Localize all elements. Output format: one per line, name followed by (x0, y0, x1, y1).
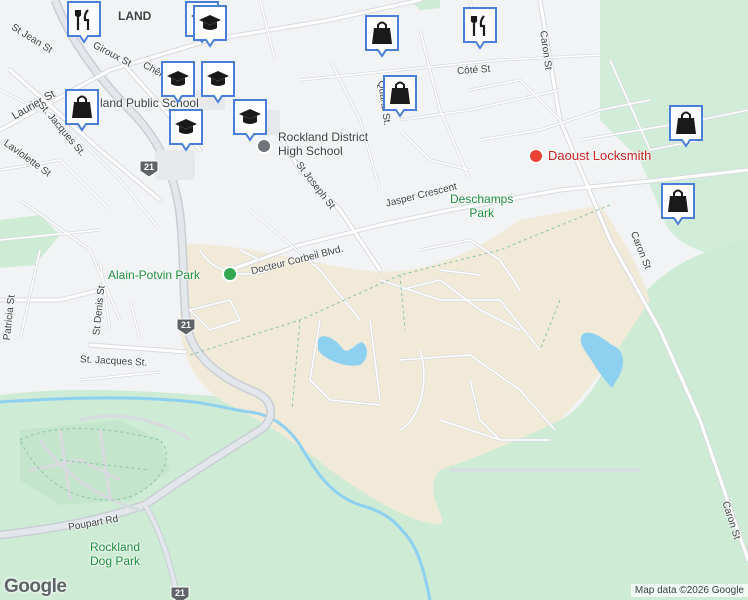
street-label-cote: Côté St (456, 63, 491, 78)
city-label: LAND (118, 9, 152, 23)
school-marker-2[interactable] (192, 4, 228, 48)
school-marker-6[interactable] (168, 108, 204, 152)
park-tree-icon[interactable] (222, 266, 238, 282)
google-logo: Google (4, 576, 67, 597)
shopping-marker-3[interactable] (64, 88, 100, 132)
alain-potvin-park-label[interactable]: Alain-Potvin Park (108, 268, 200, 282)
dog-park-label[interactable]: Rockland Dog Park (90, 540, 140, 568)
school-marker-5[interactable] (232, 98, 268, 142)
school-marker-4[interactable] (200, 60, 236, 104)
restaurant-marker-1[interactable] (66, 0, 102, 44)
high-school-label[interactable]: Rockland District High School (278, 130, 368, 158)
map-attribution[interactable]: Map data ©2026 Google (630, 584, 748, 597)
locksmith-label[interactable]: Daoust Locksmith (548, 148, 651, 163)
map-base-layer (0, 0, 748, 600)
shopping-marker-4[interactable] (668, 104, 704, 148)
route-21-shield-south: 21 (170, 586, 190, 600)
route-21-shield-mid: 21 (176, 318, 196, 336)
shopping-marker-2[interactable] (382, 74, 418, 118)
route-21-shield-north: 21 (139, 160, 159, 178)
restaurant-marker-2[interactable] (462, 6, 498, 50)
shopping-marker-5[interactable] (660, 182, 696, 226)
locksmith-pin-icon[interactable] (528, 148, 544, 164)
deschamps-park-label[interactable]: Deschamps Park (450, 192, 513, 220)
school-marker-3[interactable] (160, 60, 196, 104)
map-canvas[interactable]: St Jean St Giroux St Chêne St. Laurier S… (0, 0, 748, 600)
shopping-marker-1[interactable] (364, 14, 400, 58)
